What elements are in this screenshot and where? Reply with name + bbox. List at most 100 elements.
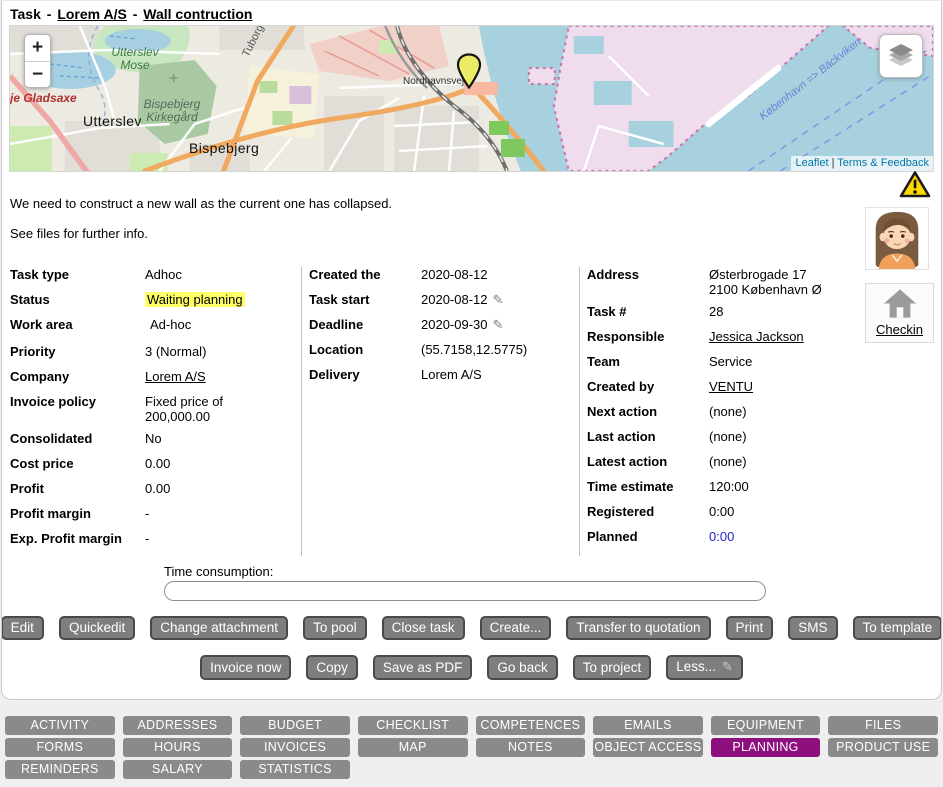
task-type-value: Adhoc — [145, 267, 275, 285]
edit-icon[interactable]: ✎ — [493, 317, 504, 332]
attribution-separator: | — [832, 157, 835, 169]
tab-budget[interactable]: BUDGET — [240, 716, 350, 735]
go-back-button[interactable]: Go back — [487, 655, 557, 680]
description-line1: We need to construct a new wall as the c… — [10, 196, 933, 211]
tab-salary[interactable]: SALARY — [123, 760, 233, 779]
field-label: Status — [10, 292, 145, 310]
checkin-link[interactable]: Checkin — [876, 322, 923, 337]
transfer-to-quotation-button[interactable]: Transfer to quotation — [566, 616, 710, 640]
warning-icon[interactable] — [899, 170, 931, 199]
priority-value: 3 (Normal) — [145, 344, 275, 362]
company-link[interactable]: Lorem A/S — [145, 369, 206, 384]
field-label: Exp. Profit margin — [10, 531, 145, 549]
field-label: Task start — [309, 292, 421, 310]
deadline-value: 2020-09-30 — [421, 317, 488, 332]
terms-feedback-link[interactable]: Terms & Feedback — [837, 157, 929, 169]
leaflet-link[interactable]: Leaflet — [795, 157, 828, 169]
tab-object-access[interactable]: OBJECT ACCESS — [593, 738, 703, 757]
field-label: Address — [587, 267, 709, 297]
time-consumption-section: Time consumption: — [164, 564, 941, 601]
task-number-value: 28 — [709, 304, 865, 322]
close-task-button[interactable]: Close task — [382, 616, 465, 640]
field-label: Responsible — [587, 329, 709, 347]
change-attachment-button[interactable]: Change attachment — [150, 616, 288, 640]
address-line2: 2100 København Ø — [709, 282, 822, 297]
edit-button[interactable]: Edit — [1, 616, 44, 640]
edit-icon[interactable]: ✎ — [493, 292, 504, 307]
field-label: Invoice policy — [10, 394, 145, 424]
planned-link[interactable]: 0:00 — [709, 529, 734, 544]
invoice-now-button[interactable]: Invoice now — [200, 655, 291, 680]
field-label: Created by — [587, 379, 709, 397]
copy-button[interactable]: Copy — [306, 655, 358, 680]
tab-checklist[interactable]: CHECKLIST — [358, 716, 468, 735]
time-estimate-value: 120:00 — [709, 479, 865, 497]
field-label: Delivery — [309, 367, 421, 385]
tab-files[interactable]: FILES — [828, 716, 938, 735]
created-by-link[interactable]: VENTU — [709, 379, 753, 394]
action-buttons-row-2: Invoice now Copy Save as PDF Go back To … — [2, 655, 941, 680]
task-start-value: 2020-08-12 — [421, 292, 488, 307]
details-column-3: AddressØsterbrogade 172100 København Ø T… — [579, 267, 865, 556]
responsible-link[interactable]: Jessica Jackson — [709, 329, 804, 344]
tab-competences[interactable]: COMPETENCES — [476, 716, 586, 735]
map-tiles — [10, 26, 933, 171]
create-button[interactable]: Create... — [480, 616, 552, 640]
map-marker-pin[interactable] — [455, 53, 483, 89]
to-pool-button[interactable]: To pool — [303, 616, 367, 640]
breadcrumb-separator: - — [45, 6, 54, 22]
tab-invoices[interactable]: INVOICES — [240, 738, 350, 757]
breadcrumb-company-link[interactable]: Lorem A/S — [57, 6, 127, 22]
field-label: Time estimate — [587, 479, 709, 497]
tab-addresses[interactable]: ADDRESSES — [123, 716, 233, 735]
home-icon — [883, 288, 917, 319]
team-value: Service — [709, 354, 865, 372]
next-action-value: (none) — [709, 404, 865, 422]
leaflet-map[interactable]: Utterslev Mose je Gladsaxe Utterslev Bis… — [9, 25, 934, 172]
profit-margin-value: - — [145, 506, 275, 524]
responsible-avatar — [865, 207, 929, 270]
last-action-value: (none) — [709, 429, 865, 447]
task-detail-card: Task - Lorem A/S - Wall contruction — [1, 0, 942, 700]
field-label: Profit margin — [10, 506, 145, 524]
less-button[interactable]: Less...✎ — [666, 655, 743, 680]
tab-emails[interactable]: EMAILS — [593, 716, 703, 735]
tab-planning[interactable]: PLANNING — [711, 738, 821, 757]
tab-equipment[interactable]: EQUIPMENT — [711, 716, 821, 735]
field-label: Priority — [10, 344, 145, 362]
exp-profit-margin-value: - — [145, 531, 275, 549]
sms-button[interactable]: SMS — [788, 616, 837, 640]
tab-product-use[interactable]: PRODUCT USE — [828, 738, 938, 757]
edit-icon: ✎ — [722, 659, 733, 674]
checkin-button[interactable]: Checkin — [865, 283, 934, 343]
quickedit-button[interactable]: Quickedit — [59, 616, 135, 640]
tab-statistics[interactable]: STATISTICS — [240, 760, 350, 779]
to-project-button[interactable]: To project — [573, 655, 652, 680]
tab-hours[interactable]: HOURS — [123, 738, 233, 757]
field-label: Task # — [587, 304, 709, 322]
to-template-button[interactable]: To template — [853, 616, 942, 640]
breadcrumb-task-link[interactable]: Wall contruction — [143, 6, 252, 22]
field-label: Last action — [587, 429, 709, 447]
zoom-out-button[interactable]: − — [25, 61, 50, 87]
breadcrumb-separator: - — [131, 6, 140, 22]
tab-map[interactable]: MAP — [358, 738, 468, 757]
save-as-pdf-button[interactable]: Save as PDF — [373, 655, 473, 680]
tab-reminders[interactable]: REMINDERS — [5, 760, 115, 779]
field-label: Latest action — [587, 454, 709, 472]
tab-notes[interactable]: NOTES — [476, 738, 586, 757]
zoom-in-button[interactable]: + — [25, 35, 50, 61]
breadcrumb: Task - Lorem A/S - Wall contruction — [2, 1, 941, 25]
field-label: Profit — [10, 481, 145, 499]
time-consumption-input[interactable] — [164, 581, 766, 601]
field-label: Cost price — [10, 456, 145, 474]
map-layers-button[interactable] — [879, 34, 923, 78]
invoice-policy-value: Fixed price of 200,000.00 — [145, 394, 275, 424]
tab-activity[interactable]: ACTIVITY — [5, 716, 115, 735]
tab-forms[interactable]: FORMS — [5, 738, 115, 757]
print-button[interactable]: Print — [726, 616, 774, 640]
location-value: (55.7158,12.5775) — [421, 342, 579, 360]
field-label: Created the — [309, 267, 421, 285]
cost-price-value: 0.00 — [145, 456, 275, 474]
map-attribution: Leaflet | Terms & Feedback — [791, 156, 933, 171]
